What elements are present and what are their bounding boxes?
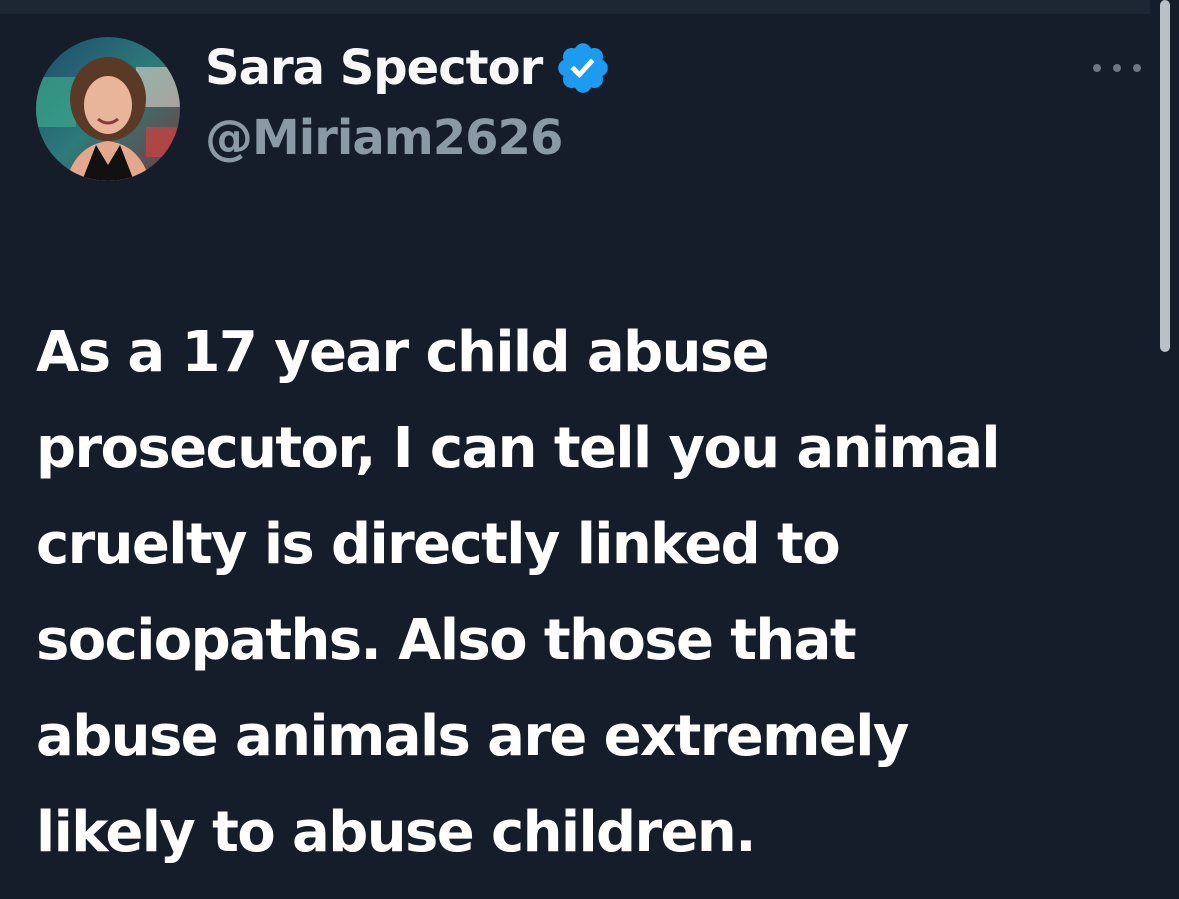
author-handle[interactable]: @Miriam2626 (205, 110, 563, 166)
author-display-name[interactable]: Sara Spector (205, 40, 543, 96)
author-name-row[interactable]: Sara Spector (205, 30, 612, 106)
more-dot (1113, 64, 1121, 72)
more-dot (1093, 64, 1101, 72)
scrollbar[interactable] (1160, 0, 1170, 352)
avatar-photo (36, 37, 180, 181)
tweet-text: As a 17 year child abuse prosecutor, I c… (36, 320, 1001, 865)
previous-tweet-edge (0, 0, 1150, 14)
author-avatar[interactable] (36, 37, 180, 181)
more-dot (1133, 64, 1141, 72)
verified-badge-icon (554, 39, 612, 97)
ellipsis-icon[interactable] (1093, 56, 1141, 80)
